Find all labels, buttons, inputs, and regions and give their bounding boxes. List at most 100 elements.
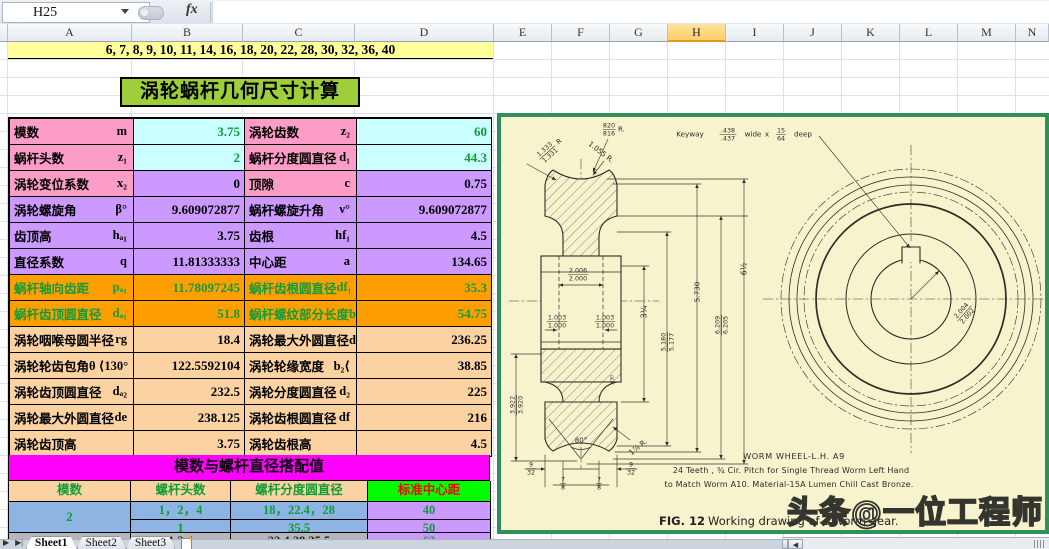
param-label-cell[interactable]: 涡轮轮缘宽度 b₂⟨ [245, 353, 357, 379]
sheet-tab-sheet1[interactable]: Sheet1 [26, 536, 77, 549]
param-value-cell[interactable]: 225 [357, 379, 492, 405]
param-value-cell[interactable]: 0.75 [357, 171, 492, 197]
param-label-cell[interactable]: 蜗杆齿根圆直径 df₁ [245, 275, 357, 301]
param-label-cell[interactable]: 蜗杆螺旋升角 ν° [245, 197, 357, 223]
dimension-label: 932 [626, 460, 636, 477]
formula-bar-button[interactable] [138, 6, 164, 20]
scroll-left-button[interactable]: ◀ [788, 539, 803, 549]
param-label-cell[interactable]: 涡轮齿顶圆直径 dₐ₂ [10, 379, 134, 405]
column-header-E[interactable]: E [494, 24, 552, 42]
param-value-cell[interactable]: 9.609072877 [134, 197, 245, 223]
match-header[interactable]: 标准中心距 [368, 481, 491, 502]
tab-nav-button[interactable]: ▶ [0, 536, 12, 549]
column-header-B[interactable]: B [132, 24, 243, 42]
match-table-banner[interactable]: 模数与螺杆直径搭配值 [8, 455, 490, 481]
sheet-grid[interactable]: 6, 7, 8, 9, 10, 11, 14, 16, 18, 20, 22, … [0, 42, 1049, 549]
param-value-cell[interactable]: 44.3 [357, 145, 492, 171]
param-value-cell[interactable]: 122.5592104 [134, 353, 245, 379]
heads-cell[interactable]: 1，2，4 [131, 502, 231, 520]
param-label-cell[interactable]: 涡轮轮齿包角 θ ⟨130° [10, 353, 134, 379]
column-header-K[interactable]: K [842, 24, 900, 42]
insert-worksheet-button[interactable]: ✦ [179, 534, 195, 549]
param-label-cell[interactable]: 涡轮最大外圆直径de₂⟨ [245, 327, 357, 353]
param-value-cell[interactable]: 238.125 [134, 405, 245, 431]
column-header-J[interactable]: J [784, 24, 842, 42]
param-value-cell[interactable]: 4.5 [357, 431, 492, 457]
dia-cell[interactable]: 35.5 [231, 520, 368, 533]
param-value-cell[interactable]: 18.4 [134, 327, 245, 353]
column-header-H[interactable]: H [668, 24, 726, 42]
param-label-cell[interactable]: 蜗杆齿顶圆直径 dₐ₁ [10, 301, 134, 327]
column-header-C[interactable]: C [243, 24, 355, 42]
param-value-cell[interactable]: 54.75 [357, 301, 492, 327]
param-value-cell[interactable]: 232.5 [134, 379, 245, 405]
param-label-cell[interactable]: 涡轮齿根圆直径 df [245, 405, 357, 431]
column-header-M[interactable]: M [958, 24, 1016, 42]
scrollbar-grip[interactable] [1034, 540, 1046, 548]
param-label-cell[interactable]: 齿顶高 hₐ₁ [10, 223, 134, 249]
column-header-L[interactable]: L [900, 24, 958, 42]
param-label-cell[interactable]: 蜗杆分度圆直径 d₁ [245, 145, 357, 171]
param-value-cell[interactable]: 35.3 [357, 275, 492, 301]
module-series-row[interactable]: 6, 7, 8, 9, 10, 11, 14, 16, 18, 20, 22, … [8, 42, 493, 59]
sheet-tab-sheet2[interactable]: Sheet2 [77, 536, 126, 549]
name-box-dropdown-icon[interactable] [121, 9, 129, 14]
tab-nav-button[interactable]: ▶| [12, 536, 26, 549]
param-value-cell[interactable]: 38.85 [357, 353, 492, 379]
param-label-cell[interactable]: 涡轮齿数 z₂ [245, 119, 357, 145]
fx-icon[interactable]: fx [186, 2, 198, 18]
param-value-cell[interactable]: 134.65 [357, 249, 492, 275]
param-label-cell[interactable]: 涡轮齿顶高 [10, 431, 134, 457]
scrollbar-track[interactable] [803, 538, 1034, 549]
column-header-F[interactable]: F [552, 24, 610, 42]
param-label-cell[interactable]: 齿根 hf₁ [245, 223, 357, 249]
param-label-cell[interactable]: 蜗杆轴向齿距 pₐ₁ [10, 275, 134, 301]
dimension-label: .438.437 [719, 126, 737, 143]
dimension-label: deep [794, 129, 812, 138]
param-value-cell[interactable]: 11.78097245 [134, 275, 245, 301]
param-label-cell[interactable]: 涡轮最大外圆直径 de [10, 405, 134, 431]
center-cell[interactable]: 50 [368, 520, 491, 533]
param-value-cell[interactable]: 9.609072877 [357, 197, 492, 223]
param-value-cell[interactable]: 4.5 [357, 223, 492, 249]
dia-cell[interactable]: 18，22.4，28 [231, 502, 368, 520]
param-value-cell[interactable]: 2 [134, 145, 245, 171]
formula-input[interactable] [212, 1, 1049, 23]
param-value-cell[interactable]: 0 [134, 171, 245, 197]
sheet-tab-sheet3[interactable]: Sheet3 [126, 536, 175, 549]
param-value-cell[interactable]: 60 [357, 119, 492, 145]
param-label-cell[interactable]: 涡轮咽喉母圆半径 rg [10, 327, 134, 353]
param-label-cell[interactable]: 中心距 a [245, 249, 357, 275]
horizontal-scrollbar[interactable]: ◀ [782, 537, 1049, 549]
match-header[interactable]: 螺杆头数 [131, 481, 231, 502]
match-header[interactable]: 模数 [9, 481, 131, 502]
param-label-cell[interactable]: 涡轮变位系数 x₂ [10, 171, 134, 197]
sheet-title[interactable]: 涡轮蜗杆几何尺寸计算 [120, 77, 360, 107]
param-value-cell[interactable]: 236.25 [357, 327, 492, 353]
module-cell[interactable]: 2 [9, 502, 131, 533]
heads-cell[interactable]: 1 [131, 520, 231, 533]
param-label-cell[interactable]: 模数 m [10, 119, 134, 145]
param-label-cell[interactable]: 直径系数 q [10, 249, 134, 275]
column-header-D[interactable]: D [355, 24, 494, 42]
param-label-cell[interactable]: 蜗杆头数 z₁ [10, 145, 134, 171]
column-header-G[interactable]: G [610, 24, 668, 42]
match-header[interactable]: 螺杆分度圆直径 [231, 481, 368, 502]
center-cell[interactable]: 40 [368, 502, 491, 520]
column-header-gutter[interactable] [0, 24, 8, 42]
param-label-cell[interactable]: 涡轮螺旋角 β° [10, 197, 134, 223]
param-value-cell[interactable]: 51.8 [134, 301, 245, 327]
column-header-A[interactable]: A [8, 24, 132, 42]
param-value-cell[interactable]: 3.75 [134, 223, 245, 249]
column-header-N[interactable]: N [1016, 24, 1049, 42]
param-value-cell[interactable]: 3.75 [134, 431, 245, 457]
param-value-cell[interactable]: 216 [357, 405, 492, 431]
param-label-cell[interactable]: 顶隙 c [245, 171, 357, 197]
column-header-I[interactable]: I [726, 24, 784, 42]
param-label-cell[interactable]: 蜗杆螺纹部分长度b₁⟩ [245, 301, 357, 327]
param-value-cell[interactable]: 11.81333333 [134, 249, 245, 275]
worm-gear-drawing-image[interactable]: 820 816 R. 1.333 1.331 R 1.055 R. Keyway .438.43… [497, 113, 1049, 534]
param-label-cell[interactable]: 涡轮齿根高 [245, 431, 357, 457]
param-label-cell[interactable]: 涡轮分度圆直径 d₂ [245, 379, 357, 405]
param-value-cell[interactable]: 3.75 [134, 119, 245, 145]
